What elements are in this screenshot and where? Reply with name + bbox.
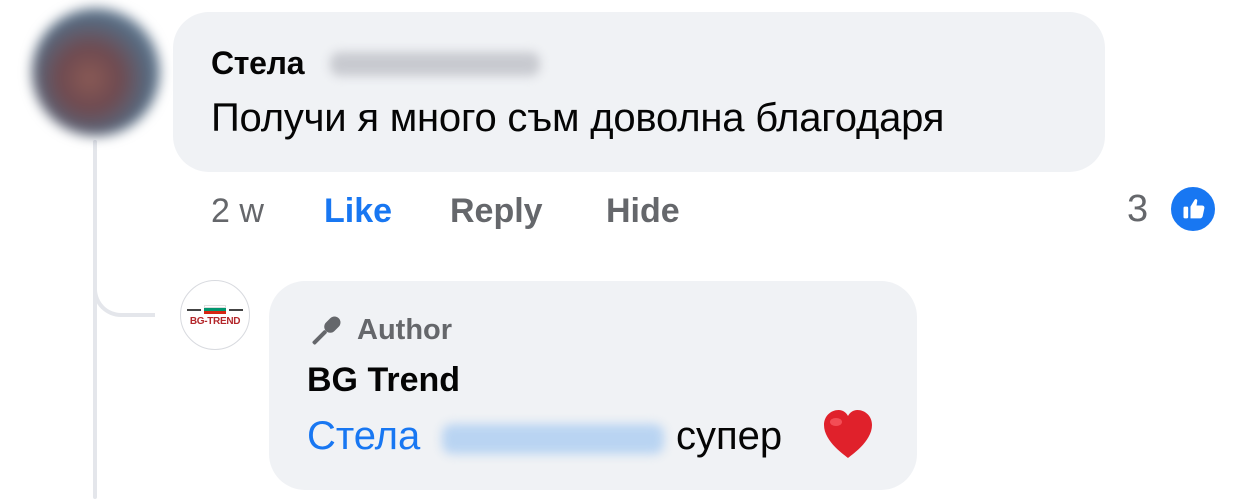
page-logo-text: BG-TREND xyxy=(189,316,241,327)
commenter-avatar[interactable] xyxy=(32,8,160,136)
microphone-icon xyxy=(306,313,346,354)
reply-button[interactable]: Reply xyxy=(450,192,543,231)
mention-link[interactable]: Стела xyxy=(307,414,420,459)
comment-bubble xyxy=(173,12,1105,172)
heart-emoji xyxy=(820,408,876,465)
author-badge-label: Author xyxy=(357,314,453,346)
thread-line xyxy=(93,140,97,499)
reply-text: супер xyxy=(676,414,783,458)
commenter-name[interactable]: Стела xyxy=(211,45,305,82)
reaction-count[interactable]: 3 xyxy=(1127,188,1148,231)
comment-timestamp[interactable]: 2 w xyxy=(211,192,264,231)
page-avatar[interactable]: BG-TREND xyxy=(180,280,250,350)
reply-connector xyxy=(93,255,155,317)
logo-dash-right xyxy=(229,309,243,311)
bulgarian-flag-icon xyxy=(204,305,226,314)
hide-button[interactable]: Hide xyxy=(606,192,680,231)
commenter-surname-redacted xyxy=(330,52,540,76)
logo-dash-left xyxy=(187,309,201,311)
thumbs-up-icon[interactable] xyxy=(1168,184,1218,234)
reply-author-name[interactable]: BG Trend xyxy=(307,361,460,400)
comment-text: Получи я много съм доволна благодаря xyxy=(211,96,945,140)
mention-surname-redacted xyxy=(442,424,664,454)
like-button[interactable]: Like xyxy=(324,192,392,231)
